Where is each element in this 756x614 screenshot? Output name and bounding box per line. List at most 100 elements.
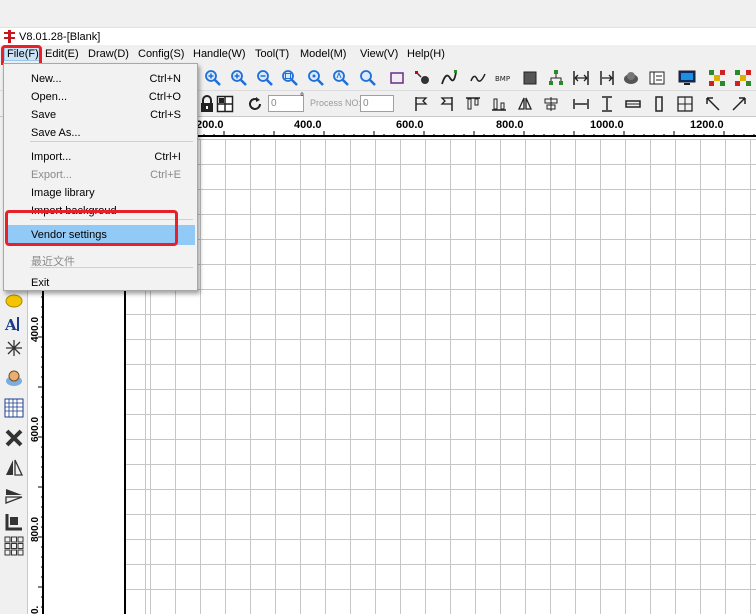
menu-item-shortcut: Ctrl+S <box>150 109 181 121</box>
v-space-icon[interactable] <box>596 93 618 115</box>
zoom-in-icon[interactable] <box>228 67 250 89</box>
file-menu-item-import[interactable]: Import... Ctrl+I <box>6 147 195 167</box>
zoom-page-icon[interactable] <box>330 67 352 89</box>
multi-node-icon[interactable] <box>706 67 728 89</box>
menu-item-shortcut: Ctrl+E <box>150 169 181 181</box>
menu-handle[interactable]: Handle(W) <box>193 48 246 60</box>
menu-draw[interactable]: Draw(D) <box>88 48 129 60</box>
menu-item-shortcut: Ctrl+O <box>148 91 181 103</box>
menu-item-label: Open... <box>31 91 68 103</box>
arrow-ur-icon[interactable] <box>728 93 750 115</box>
angle-unit: ° <box>300 92 304 103</box>
file-menu-item-export[interactable]: Export... Ctrl+E <box>6 165 195 185</box>
file-menu-item-save-as[interactable]: Save As... <box>6 123 195 143</box>
menu-item-label: Import... <box>31 151 72 163</box>
menu-item-label: Export... <box>31 169 72 181</box>
zoom-in-icon[interactable] <box>202 67 224 89</box>
process-no-input[interactable]: 0 <box>360 95 394 112</box>
zoom-select-icon[interactable] <box>357 67 379 89</box>
arrow-ul-icon[interactable] <box>702 93 724 115</box>
title-bar: V8.01.28-[Blank] <box>0 28 756 45</box>
menu-bar: File(F) Edit(E) Draw(D) Config(S) Handle(W) T… <box>0 45 756 65</box>
v-equal-icon[interactable] <box>648 93 670 115</box>
menu-item-shortcut: Ctrl+I <box>154 151 181 163</box>
width-icon[interactable] <box>570 67 592 89</box>
bitmap-icon[interactable]: BMP <box>492 67 514 89</box>
align-top-icon[interactable] <box>462 93 484 115</box>
zoom-window-icon[interactable] <box>279 67 301 89</box>
menu-tool[interactable]: Tool(T) <box>255 48 289 60</box>
text-icon[interactable]: A <box>3 313 25 335</box>
fill-square-icon[interactable] <box>519 67 541 89</box>
file-menu-item-open[interactable]: Open... Ctrl+O <box>6 87 195 107</box>
h-equal-icon[interactable] <box>622 93 644 115</box>
flag-left-icon[interactable] <box>410 93 432 115</box>
monitor-icon[interactable] <box>676 67 698 89</box>
ruler-h-label: 1200.0 <box>690 119 724 131</box>
curve-edit-icon[interactable] <box>438 67 460 89</box>
menu-item-label: Save <box>31 109 57 121</box>
menu-item-label: Image library <box>31 187 95 199</box>
mirror-h-icon[interactable] <box>3 457 25 479</box>
ruler-v-label: 600.0 <box>30 416 41 442</box>
ruler-v-label: 0. <box>30 605 41 614</box>
rectangle-icon[interactable] <box>386 67 408 89</box>
horizontal-ruler: 200.0 400.0 600.0 800.0 1000.0 1200.0 <box>124 117 756 137</box>
menu-item-label: New... <box>31 73 62 85</box>
delete-x-icon[interactable] <box>3 427 25 449</box>
svg-text:BMP: BMP <box>495 75 510 83</box>
camera-icon[interactable] <box>3 367 25 389</box>
window-title: V8.01.28-[Blank] <box>19 31 101 43</box>
multi-node-icon[interactable] <box>732 67 754 89</box>
menu-config[interactable]: Config(S) <box>138 48 184 60</box>
rotate-icon[interactable] <box>244 93 266 115</box>
flag-right-icon[interactable] <box>436 93 458 115</box>
tree-icon[interactable] <box>545 67 567 89</box>
ruler-h-label: 200.0 <box>196 119 224 131</box>
file-menu-item-new[interactable]: New... Ctrl+N <box>6 69 195 89</box>
window-top-strip <box>0 0 756 28</box>
height-icon[interactable] <box>596 67 618 89</box>
align-bottom-icon[interactable] <box>488 93 510 115</box>
file-menu-item-save[interactable]: Save Ctrl+S <box>6 105 195 125</box>
ruler-v-label: 800.0 <box>30 516 41 542</box>
menu-item-label: Exit <box>31 277 50 289</box>
zoom-fit-icon[interactable] <box>305 67 327 89</box>
zoom-out-icon[interactable] <box>254 67 276 89</box>
menu-help[interactable]: Help(H) <box>407 48 445 60</box>
menu-item-label: Save As... <box>31 127 81 139</box>
svg-text:A: A <box>4 316 17 334</box>
vendor-settings-highlight <box>5 210 178 246</box>
file-menu-item-exit[interactable]: Exit <box>6 273 195 293</box>
ruler-h-label: 400.0 <box>294 119 322 131</box>
star-icon[interactable] <box>3 337 25 359</box>
file-menu-item-image-library[interactable]: Image library <box>6 183 195 203</box>
menu-edit[interactable]: Edit(E) <box>45 48 79 60</box>
mirror-icon[interactable] <box>514 93 536 115</box>
angle-input[interactable]: 0 <box>268 95 304 112</box>
ruler-h-label: 800.0 <box>496 119 524 131</box>
drawing-canvas[interactable] <box>124 139 756 614</box>
polyline-icon[interactable] <box>467 67 489 89</box>
file-menu-item-recent-files[interactable]: 最近文件 <box>6 249 195 269</box>
menu-item-label: 最近文件 <box>31 256 75 268</box>
matrix-icon[interactable] <box>3 535 25 557</box>
layer-icon[interactable] <box>646 67 668 89</box>
cloud-icon[interactable] <box>620 67 642 89</box>
menu-view[interactable]: View(V) <box>360 48 398 60</box>
array-grid-icon[interactable] <box>3 397 25 419</box>
process-no-label: Process NO: <box>310 98 362 108</box>
grid-align-icon[interactable] <box>674 93 696 115</box>
ruler-v-label: 400.0 <box>30 316 41 342</box>
ruler-h-label: 600.0 <box>396 119 424 131</box>
node-edit-icon[interactable] <box>412 67 434 89</box>
mirror-v-icon[interactable] <box>3 485 25 507</box>
distribute-icon[interactable] <box>540 93 562 115</box>
menu-model[interactable]: Model(M) <box>300 48 346 60</box>
file-menu-dropdown: New... Ctrl+N Open... Ctrl+O Save Ctrl+S Save … <box>3 63 198 291</box>
menu-item-shortcut: Ctrl+N <box>149 73 181 85</box>
app-logo-icon <box>4 30 15 43</box>
grid-icon[interactable] <box>214 93 236 115</box>
h-space-icon[interactable] <box>570 93 592 115</box>
corner-icon[interactable] <box>3 511 25 533</box>
